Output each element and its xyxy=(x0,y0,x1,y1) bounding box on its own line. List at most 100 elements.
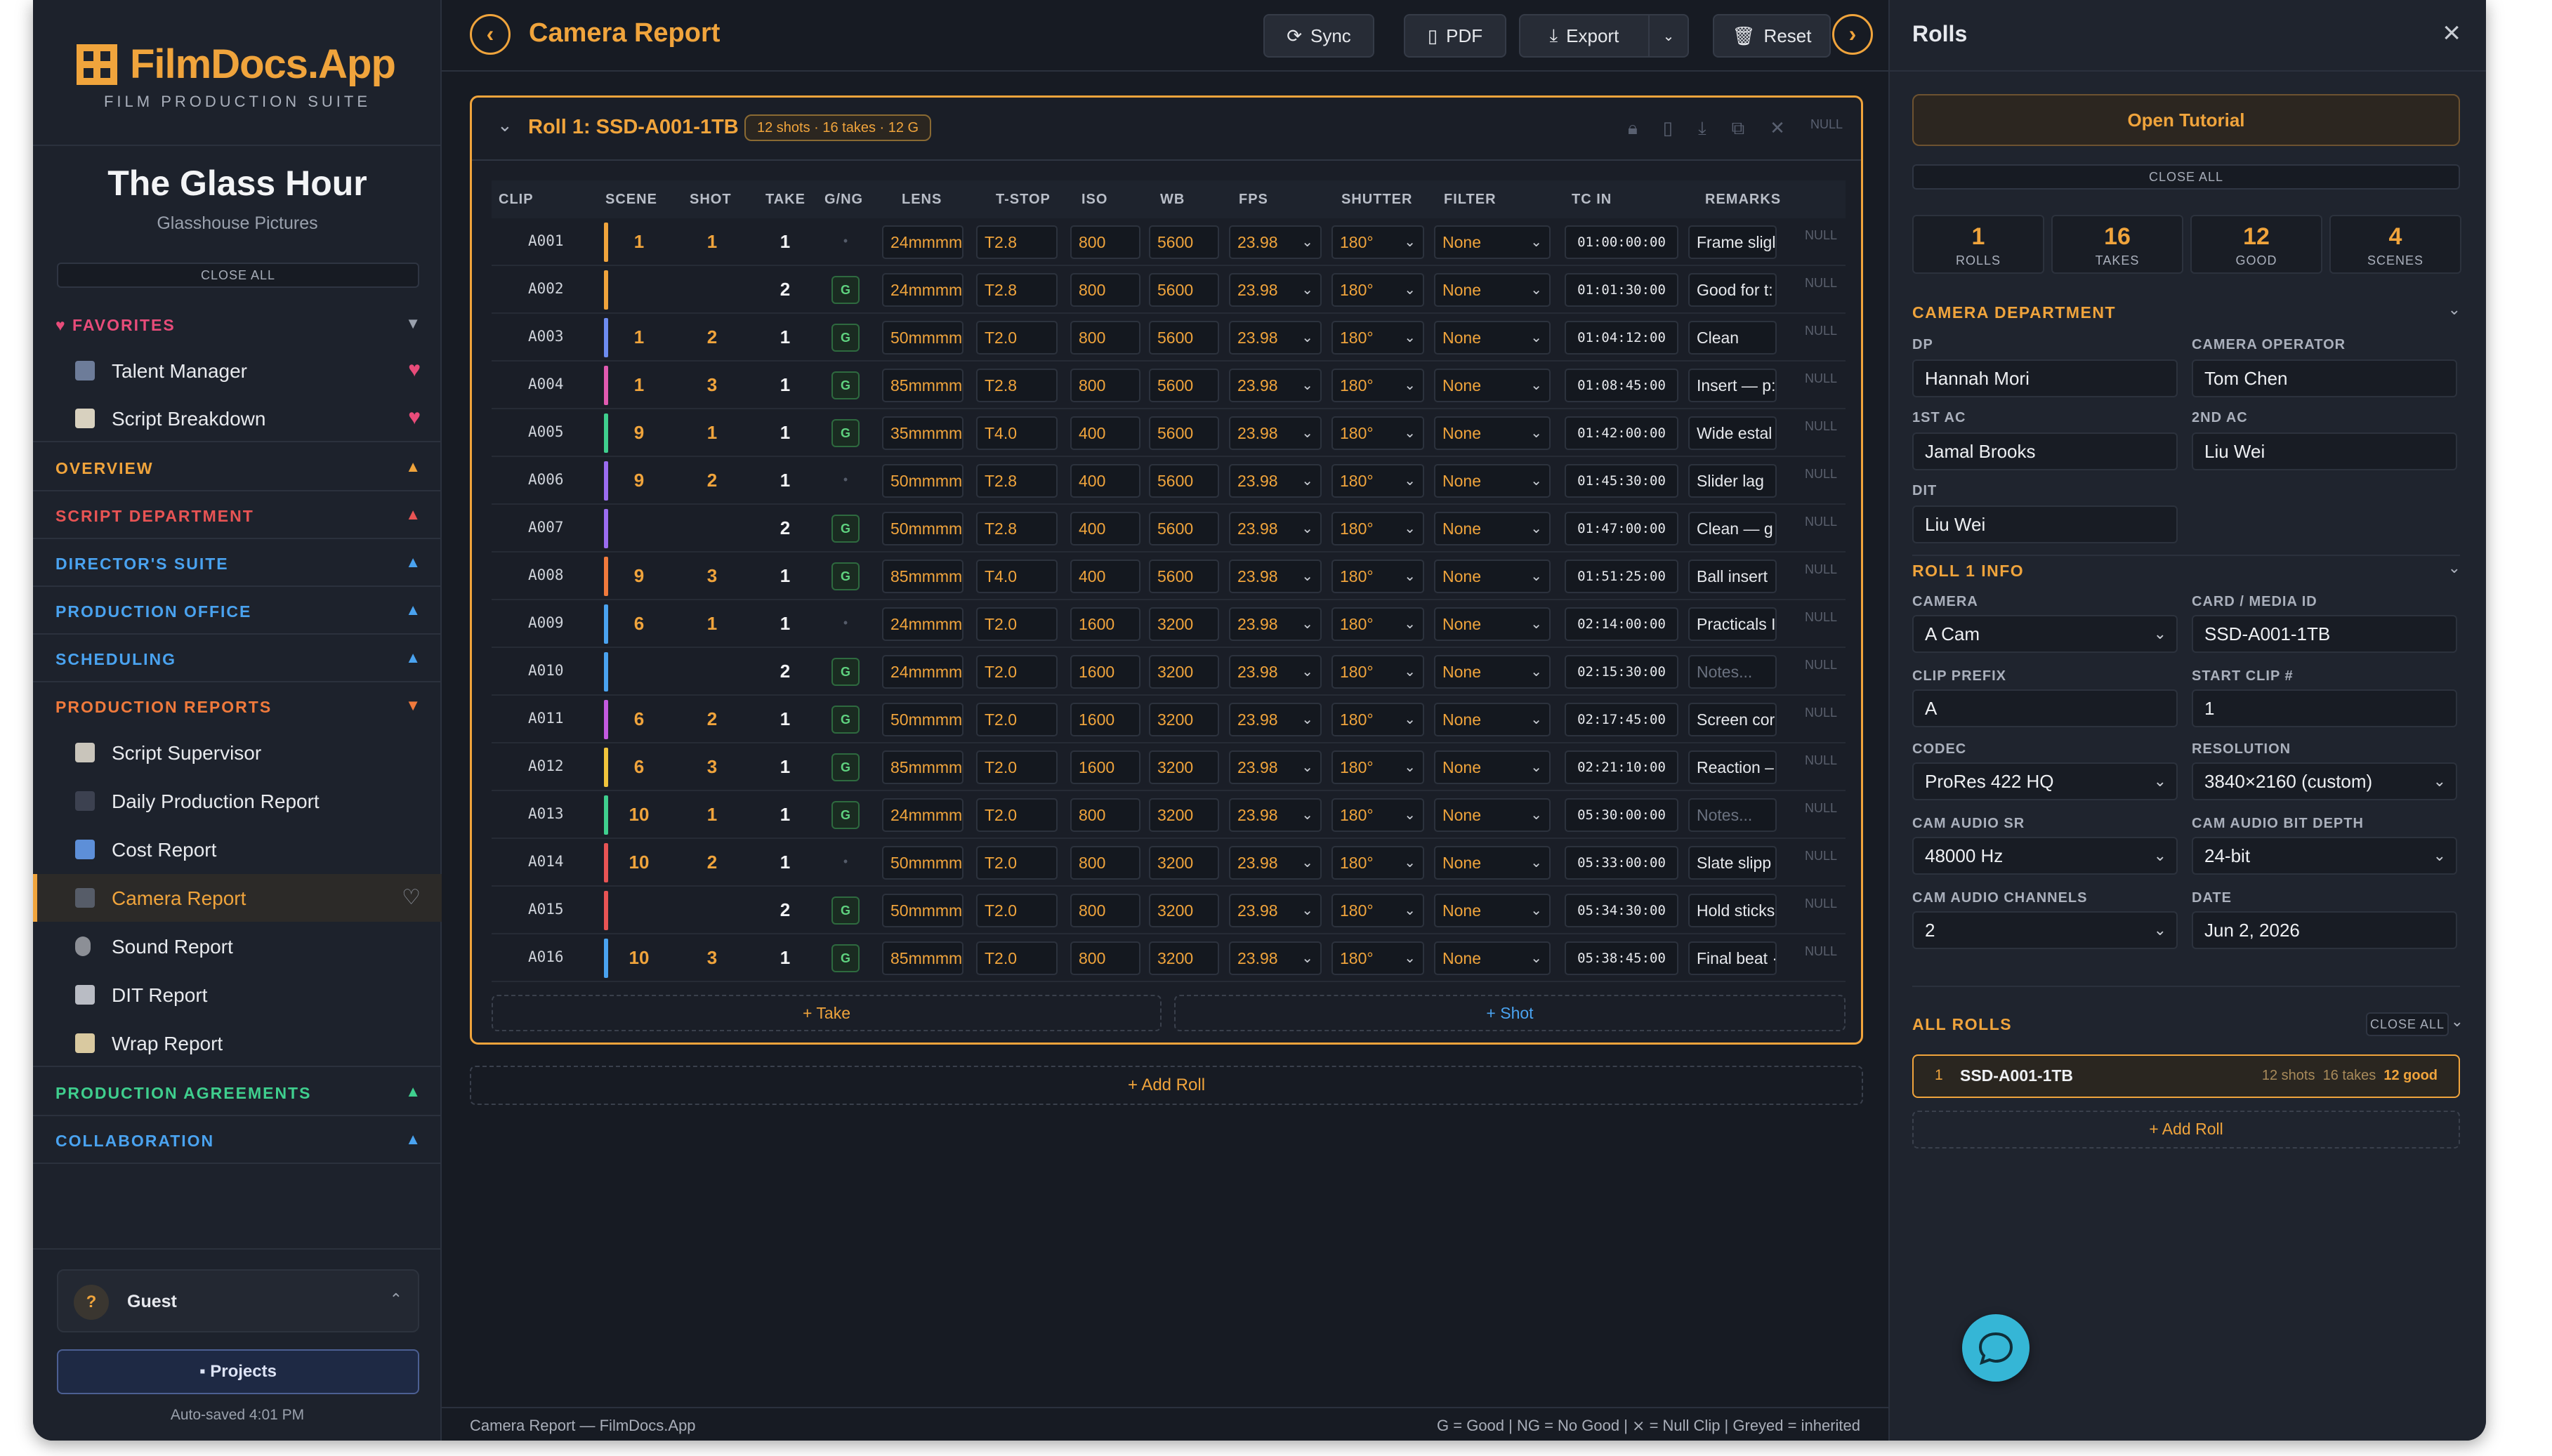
remarks-field[interactable]: Wide estal xyxy=(1688,416,1777,450)
tc-field[interactable]: 02:17:45:00 xyxy=(1565,703,1678,736)
wb-field[interactable]: 5600 xyxy=(1149,416,1219,450)
good-toggle[interactable]: G xyxy=(831,896,860,925)
fps-field[interactable]: 23.98 ⌄ xyxy=(1229,703,1322,736)
scene-number[interactable]: 10 xyxy=(625,852,653,873)
lens-field[interactable]: 50mmmm xyxy=(882,321,963,355)
remarks-field[interactable]: Final beat · xyxy=(1688,941,1777,975)
tc-field[interactable]: 02:15:30:00 xyxy=(1565,655,1678,689)
scene-number[interactable]: 1 xyxy=(625,374,653,396)
filter-field[interactable]: None ⌄ xyxy=(1434,798,1551,832)
good-toggle[interactable]: • xyxy=(831,467,860,495)
tstop-field[interactable]: T2.0 xyxy=(976,894,1058,927)
null-roll-toggle[interactable]: NULL xyxy=(1810,117,1843,140)
good-toggle[interactable]: G xyxy=(831,276,860,304)
take-number[interactable]: 1 xyxy=(771,422,799,444)
shutter-field[interactable]: 180° ⌄ xyxy=(1331,703,1424,736)
filter-field[interactable]: None ⌄ xyxy=(1434,464,1551,498)
lock-icon[interactable]: 🔒︎ xyxy=(1628,117,1638,140)
shot-number[interactable]: 3 xyxy=(698,374,726,396)
scene-number[interactable]: 9 xyxy=(625,470,653,491)
filter-field[interactable]: None ⌄ xyxy=(1434,750,1551,784)
tc-field[interactable]: 01:51:25:00 xyxy=(1565,560,1678,593)
shutter-field[interactable]: 180° ⌄ xyxy=(1331,464,1424,498)
remarks-field[interactable]: Frame sligl xyxy=(1688,225,1777,259)
section-production-agreements[interactable]: PRODUCTION AGREEMENTS ▲ xyxy=(33,1068,442,1116)
tstop-field[interactable]: T4.0 xyxy=(976,416,1058,450)
fps-field[interactable]: 23.98 ⌄ xyxy=(1229,655,1322,689)
good-toggle[interactable]: G xyxy=(831,753,860,781)
filter-field[interactable]: None ⌄ xyxy=(1434,894,1551,927)
logo[interactable]: FilmDocs.App xyxy=(77,41,396,88)
lens-field[interactable]: 24mmmm xyxy=(882,273,963,307)
null-clip-toggle[interactable]: NULL xyxy=(1805,896,1837,911)
good-toggle[interactable]: G xyxy=(831,562,860,590)
tstop-field[interactable]: T2.0 xyxy=(976,321,1058,355)
take-number[interactable]: 1 xyxy=(771,374,799,396)
shutter-field[interactable]: 180° ⌄ xyxy=(1331,369,1424,402)
take-number[interactable]: 2 xyxy=(771,899,799,921)
good-toggle[interactable]: G xyxy=(831,944,860,972)
take-number[interactable]: 1 xyxy=(771,470,799,491)
remarks-field[interactable]: Screen cor xyxy=(1688,703,1777,736)
project-title[interactable]: The Glass Hour xyxy=(33,163,442,204)
lens-field[interactable]: 24mmmm xyxy=(882,607,963,641)
dp-field[interactable]: Hannah Mori xyxy=(1912,359,2178,397)
sidebar-item-dit-report[interactable]: DIT Report xyxy=(33,971,442,1019)
section-production-reports[interactable]: PRODUCTION REPORTS ▼ xyxy=(33,682,442,730)
null-clip-toggle[interactable]: NULL xyxy=(1805,419,1837,434)
lens-field[interactable]: 85mmmm xyxy=(882,750,963,784)
null-clip-toggle[interactable]: NULL xyxy=(1805,467,1837,482)
camera-select[interactable]: A Cam ⌄ xyxy=(1912,615,2178,653)
wb-field[interactable]: 3200 xyxy=(1149,750,1219,784)
tc-field[interactable]: 01:08:45:00 xyxy=(1565,369,1678,402)
filter-field[interactable]: None ⌄ xyxy=(1434,369,1551,402)
fps-field[interactable]: 23.98 ⌄ xyxy=(1229,894,1322,927)
null-clip-toggle[interactable]: NULL xyxy=(1805,801,1837,816)
tstop-field[interactable]: T2.0 xyxy=(976,846,1058,880)
fps-field[interactable]: 23.98 ⌄ xyxy=(1229,607,1322,641)
tc-field[interactable]: 02:21:10:00 xyxy=(1565,750,1678,784)
null-clip-toggle[interactable]: NULL xyxy=(1805,849,1837,863)
tstop-field[interactable]: T2.0 xyxy=(976,655,1058,689)
tstop-field[interactable]: T2.0 xyxy=(976,750,1058,784)
shutter-field[interactable]: 180° ⌄ xyxy=(1331,894,1424,927)
clip-prefix-field[interactable]: A xyxy=(1912,689,2178,727)
tc-field[interactable]: 02:14:00:00 xyxy=(1565,607,1678,641)
fps-field[interactable]: 23.98 ⌄ xyxy=(1229,321,1322,355)
lens-field[interactable]: 50mmmm xyxy=(882,894,963,927)
lens-field[interactable]: 24mmmm xyxy=(882,798,963,832)
tc-field[interactable]: 05:34:30:00 xyxy=(1565,894,1678,927)
tstop-field[interactable]: T2.0 xyxy=(976,798,1058,832)
null-clip-toggle[interactable]: NULL xyxy=(1805,706,1837,720)
shutter-field[interactable]: 180° ⌄ xyxy=(1331,273,1424,307)
wb-field[interactable]: 3200 xyxy=(1149,703,1219,736)
null-clip-toggle[interactable]: NULL xyxy=(1805,610,1837,625)
shutter-field[interactable]: 180° ⌄ xyxy=(1331,846,1424,880)
tc-field[interactable]: 05:30:00:00 xyxy=(1565,798,1678,832)
cam-audio-bit-depth-select[interactable]: 24-bit ⌄ xyxy=(2192,837,2457,875)
null-clip-toggle[interactable]: NULL xyxy=(1805,324,1837,338)
sidebar-item-camera-report[interactable]: Camera Report ♡ xyxy=(33,874,442,922)
tc-field[interactable]: 05:38:45:00 xyxy=(1565,941,1678,975)
lens-field[interactable]: 24mmmm xyxy=(882,225,963,259)
wb-field[interactable]: 5600 xyxy=(1149,321,1219,355)
camera-operator-field[interactable]: Tom Chen xyxy=(2192,359,2457,397)
projects-button[interactable]: ▪ Projects xyxy=(57,1349,419,1394)
remarks-field[interactable]: Slider lag xyxy=(1688,464,1777,498)
filter-field[interactable]: None ⌄ xyxy=(1434,607,1551,641)
remarks-field[interactable]: Ball insert xyxy=(1688,560,1777,593)
take-number[interactable]: 1 xyxy=(771,756,799,778)
shutter-field[interactable]: 180° ⌄ xyxy=(1331,560,1424,593)
favorite-heart-outline-icon[interactable]: ♡ xyxy=(402,885,421,910)
sidebar-item-sound-report[interactable]: Sound Report xyxy=(33,922,442,970)
chevron-down-icon[interactable]: ⌄ xyxy=(2448,559,2461,577)
shutter-field[interactable]: 180° ⌄ xyxy=(1331,321,1424,355)
shutter-field[interactable]: 180° ⌄ xyxy=(1331,225,1424,259)
shot-number[interactable]: 1 xyxy=(698,613,726,635)
export-button[interactable]: ⤓ Export xyxy=(1519,14,1650,58)
add-shot-button[interactable]: + Shot xyxy=(1174,995,1846,1031)
chevron-down-icon[interactable]: ⌄ xyxy=(497,114,513,136)
scene-number[interactable]: 1 xyxy=(625,231,653,253)
shutter-field[interactable]: 180° ⌄ xyxy=(1331,798,1424,832)
null-clip-toggle[interactable]: NULL xyxy=(1805,228,1837,243)
